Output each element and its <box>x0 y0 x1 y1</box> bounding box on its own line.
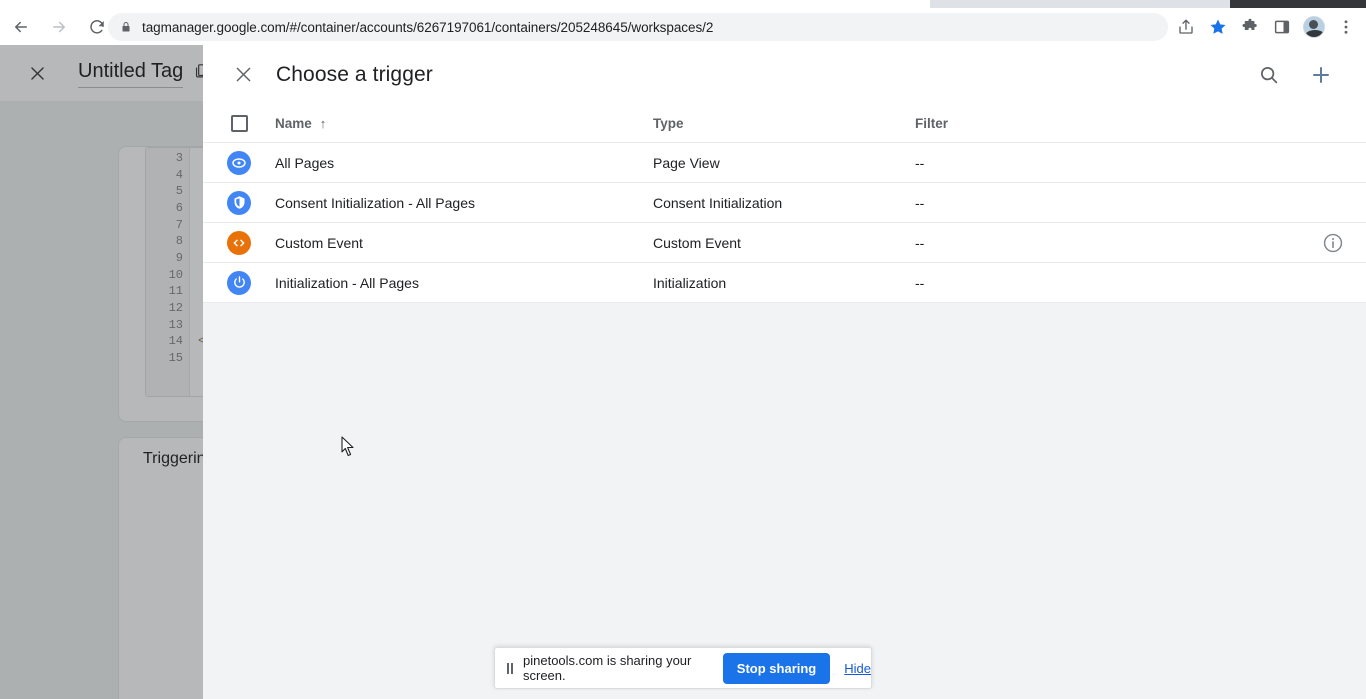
row-icon-cell <box>203 150 275 175</box>
share-message: pinetools.com is sharing your screen. <box>523 653 692 683</box>
three-dot-menu-icon[interactable] <box>1330 12 1362 42</box>
address-bar[interactable]: tagmanager.google.com/#/container/accoun… <box>108 13 1168 41</box>
row-icon-cell <box>203 270 275 295</box>
row-name: Consent Initialization - All Pages <box>275 194 475 211</box>
profile-avatar[interactable] <box>1298 12 1330 42</box>
row-filter: -- <box>915 154 925 171</box>
row-icon-cell <box>203 190 275 215</box>
back-arrow-icon[interactable] <box>4 10 38 44</box>
browser-tab-strip[interactable] <box>0 0 1366 8</box>
initialization-power-icon <box>227 270 251 295</box>
lock-icon <box>120 20 132 34</box>
table-row[interactable]: All Pages Page View -- <box>203 143 1366 183</box>
browser-tab-active[interactable] <box>0 0 930 8</box>
dialog-title: Choose a trigger <box>276 62 433 86</box>
table-row[interactable]: Initialization - All Pages Initializatio… <box>203 263 1366 303</box>
stop-sharing-button[interactable]: Stop sharing <box>722 652 831 684</box>
search-icon[interactable] <box>1252 58 1286 92</box>
table-row[interactable]: Consent Initialization - All Pages Conse… <box>203 183 1366 223</box>
table-row[interactable]: Custom Event Custom Event -- <box>203 223 1366 263</box>
column-label: Name <box>275 115 312 131</box>
url-text: tagmanager.google.com/#/container/accoun… <box>142 19 714 35</box>
browser-window-controls[interactable] <box>1230 0 1366 8</box>
info-circle-icon[interactable] <box>1322 232 1344 254</box>
consent-shield-icon <box>227 190 251 215</box>
row-name: Custom Event <box>275 234 363 251</box>
browser-toolbar: tagmanager.google.com/#/container/accoun… <box>0 8 1366 45</box>
hide-link[interactable]: Hide <box>844 661 871 676</box>
modal-scrim[interactable] <box>0 45 203 699</box>
select-all-checkbox[interactable] <box>203 114 275 132</box>
browser-tab-inactive[interactable] <box>930 0 1230 8</box>
side-panel-icon[interactable] <box>1266 12 1298 42</box>
row-filter: -- <box>915 274 925 291</box>
pause-icon[interactable] <box>507 662 513 674</box>
row-icon-cell <box>203 230 275 255</box>
row-type: Page View <box>653 154 720 171</box>
share-icon[interactable] <box>1170 12 1202 42</box>
close-icon[interactable] <box>227 59 259 91</box>
row-filter: -- <box>915 234 925 251</box>
column-header-type[interactable]: Type <box>653 116 915 131</box>
checkbox-box <box>230 114 248 132</box>
extensions-puzzle-icon[interactable] <box>1234 12 1266 42</box>
sort-ascending-icon: ↑ <box>319 115 327 131</box>
column-header-name[interactable]: Name ↑ <box>275 116 653 131</box>
screen-share-notification-bar: pinetools.com is sharing your screen. St… <box>494 647 872 689</box>
row-name: All Pages <box>275 154 335 171</box>
page-view-eye-icon <box>227 150 251 175</box>
dialog-actions <box>1252 45 1338 104</box>
browser-toolbar-icons <box>1170 12 1362 42</box>
row-type: Consent Initialization <box>653 194 783 211</box>
row-filter: -- <box>915 194 925 211</box>
trigger-table: Name ↑ Type Filter All Pages Page View -- <box>203 104 1366 303</box>
add-plus-icon[interactable] <box>1304 58 1338 92</box>
table-header-row: Name ↑ Type Filter <box>203 104 1366 143</box>
bookmark-star-icon[interactable] <box>1202 12 1234 42</box>
column-header-filter[interactable]: Filter <box>915 116 1366 131</box>
row-type: Custom Event <box>653 234 741 251</box>
screen: tagmanager.google.com/#/container/accoun… <box>0 0 1366 699</box>
row-type: Initialization <box>653 274 727 291</box>
dialog-header: Choose a trigger <box>203 45 1366 104</box>
choose-trigger-dialog: Choose a trigger Name ↑ Type Filter All … <box>203 45 1366 699</box>
custom-event-code-icon <box>227 230 251 255</box>
forward-arrow-icon[interactable] <box>42 10 76 44</box>
avatar <box>1303 16 1325 38</box>
row-name: Initialization - All Pages <box>275 274 419 291</box>
